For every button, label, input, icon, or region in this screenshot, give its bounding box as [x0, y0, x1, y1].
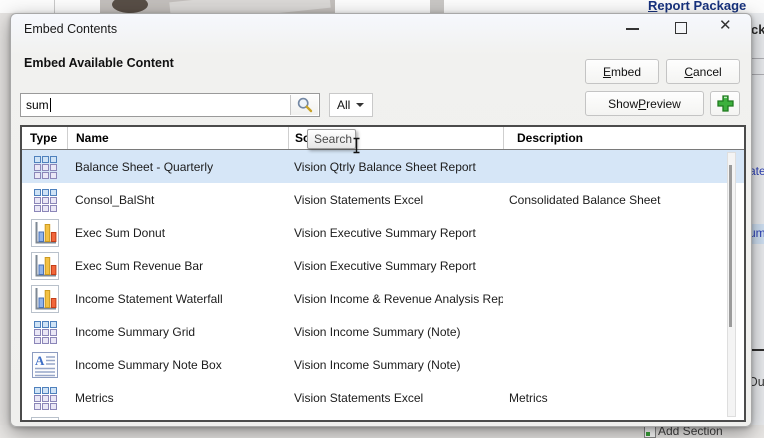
search-go-button[interactable]	[290, 95, 318, 115]
row-name-cell: Consol_BalSht	[67, 183, 288, 216]
grid-icon	[31, 186, 59, 214]
ibeam-cursor	[352, 137, 361, 159]
row-name-cell: Income Statement Waterfall	[67, 282, 288, 315]
row-source-cell: Vision Income Summary (Note)	[288, 315, 503, 348]
row-type-cell: A	[22, 348, 67, 381]
table-header: Type Name Source Description	[22, 127, 744, 150]
row-name-cell: Income Summary Grid	[67, 315, 288, 348]
row-description-cell	[503, 249, 744, 282]
table-row[interactable]: Exec Sum Revenue BarVision Executive Sum…	[22, 249, 744, 282]
row-name-cell: Balance Sheet - Quarterly	[67, 150, 288, 183]
search-icon	[296, 96, 314, 114]
vertical-scrollbar[interactable]	[727, 152, 736, 417]
row-type-cell	[22, 150, 67, 183]
column-header-description[interactable]: Description	[503, 127, 744, 149]
row-source-cell: Vision Statements Excel	[288, 381, 503, 414]
svg-text:A: A	[35, 353, 45, 368]
row-description-cell	[503, 150, 744, 183]
row-source-cell: Vision Executive Summary Report	[288, 249, 503, 282]
row-description-cell: Revenue Chart	[503, 414, 744, 422]
available-content-table: Type Name Source Description Balance She…	[20, 125, 746, 422]
plus-icon	[716, 94, 735, 113]
close-icon[interactable]: ✕	[719, 17, 732, 35]
row-description-cell: Metrics	[503, 381, 744, 414]
bar-chart-icon	[31, 252, 59, 280]
background-line	[750, 74, 764, 75]
column-header-type[interactable]: Type	[22, 127, 67, 149]
row-description-cell	[503, 282, 744, 315]
row-source-cell: Vision Summary Report	[288, 414, 503, 422]
minimize-icon[interactable]	[626, 28, 639, 30]
grid-icon	[31, 318, 59, 346]
search-tooltip: Search	[307, 129, 356, 149]
row-source-cell: Vision Income Summary (Note)	[288, 348, 503, 381]
table-row[interactable]: Income Summary GridVision Income Summary…	[22, 315, 744, 348]
row-name-cell: Rev OCC	[67, 414, 288, 422]
dialog-title: Embed Contents	[24, 22, 117, 36]
row-source-cell: Vision Executive Summary Report	[288, 216, 503, 249]
table-row[interactable]: Consol_BalShtVision Statements ExcelCons…	[22, 183, 744, 216]
bar-chart-icon	[31, 285, 59, 313]
row-name-cell: Income Summary Note Box	[67, 348, 288, 381]
report-package-link[interactable]: Report Package	[648, 0, 746, 13]
text-caret	[50, 98, 51, 112]
row-type-cell	[22, 216, 67, 249]
row-type-cell	[22, 249, 67, 282]
search-value: sum	[21, 98, 49, 112]
show-preview-button[interactable]: Show Preview	[585, 91, 704, 116]
filter-selected-value: All	[337, 98, 350, 112]
background-band	[430, 0, 444, 13]
row-type-cell	[22, 414, 67, 422]
background-text-fragment: cka	[751, 22, 764, 37]
bar-chart-icon	[31, 219, 59, 247]
table-body: Balance Sheet - QuarterlyVision Qtrly Ba…	[22, 150, 744, 422]
table-row[interactable]: Rev OCCVision Summary ReportRevenue Char…	[22, 414, 744, 422]
grid-icon	[31, 153, 59, 181]
embed-button[interactable]: Embed	[585, 59, 659, 84]
scrollbar-thumb[interactable]	[729, 165, 732, 327]
filter-dropdown[interactable]: All	[329, 93, 373, 117]
row-description-cell	[503, 348, 744, 381]
note-icon: A	[32, 351, 58, 379]
search-input[interactable]: sum	[20, 93, 320, 117]
embed-contents-dialog: Embed Contents ✕ Embed Available Content…	[10, 13, 752, 427]
add-content-button[interactable]	[710, 91, 740, 116]
row-type-cell	[22, 183, 67, 216]
row-name-cell: Exec Sum Donut	[67, 216, 288, 249]
table-row[interactable]: Exec Sum DonutVision Executive Summary R…	[22, 216, 744, 249]
maximize-icon[interactable]	[675, 22, 687, 34]
background-photo	[100, 0, 335, 13]
cancel-button[interactable]: Cancel	[666, 59, 740, 84]
row-description-cell	[503, 315, 744, 348]
dialog-heading: Embed Available Content	[24, 56, 174, 70]
row-type-cell	[22, 315, 67, 348]
row-description-cell	[503, 216, 744, 249]
background-line	[750, 58, 764, 59]
row-source-cell: Vision Statements Excel	[288, 183, 503, 216]
row-name-cell: Exec Sum Revenue Bar	[67, 249, 288, 282]
table-row[interactable]: Income Statement WaterfallVision Income …	[22, 282, 744, 315]
grid-icon	[31, 384, 59, 412]
row-source-cell: Vision Qtrly Balance Sheet Report	[288, 150, 503, 183]
screen: Report Package cka ater umm Out Add Sect…	[0, 0, 764, 438]
row-source-cell: Vision Income & Revenue Analysis Report	[288, 282, 503, 315]
table-row[interactable]: MetricsVision Statements ExcelMetrics	[22, 381, 744, 414]
column-header-name[interactable]: Name	[67, 127, 288, 149]
row-type-cell	[22, 381, 67, 414]
row-type-cell	[22, 282, 67, 315]
table-row[interactable]: A Income Summary Note BoxVision Income S…	[22, 348, 744, 381]
row-description-cell: Consolidated Balance Sheet	[503, 183, 744, 216]
table-row[interactable]: Balance Sheet - QuarterlyVision Qtrly Ba…	[22, 150, 744, 183]
row-name-cell: Metrics	[67, 381, 288, 414]
bar-chart-icon	[31, 417, 59, 423]
background-divider	[54, 0, 55, 13]
chevron-down-icon	[356, 103, 364, 107]
